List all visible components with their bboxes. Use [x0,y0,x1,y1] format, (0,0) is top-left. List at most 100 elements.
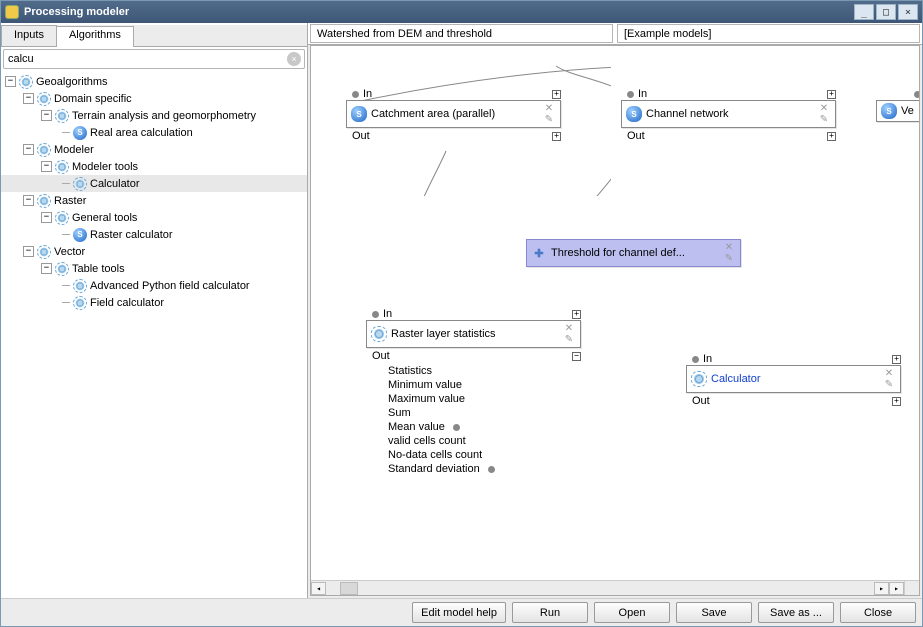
canvas[interactable]: In+ Catchment area (parallel) ✕✎ Out+ In… [310,45,920,596]
tree-label: General tools [72,212,137,224]
tree-label: Field calculator [90,297,164,309]
node-threshold-param[interactable]: ✚ Threshold for channel def... ✕✎ [526,239,741,267]
sidebar-tabs: Inputs Algorithms [1,25,307,47]
sidebar: Inputs Algorithms × −Geoalgorithms −Doma… [1,23,308,598]
delete-node-icon[interactable]: ✕ [882,368,896,379]
plus-icon: ✚ [531,245,547,261]
tree-leaf-icon [59,280,70,291]
edit-node-icon[interactable]: ✎ [722,253,736,264]
expand-in-icon[interactable]: + [552,90,561,99]
node-channel-network[interactable]: In+ Channel network ✕✎ Out+ [621,86,836,142]
search-box: × [3,49,305,69]
open-button[interactable]: Open [594,602,670,623]
port-in-label: In [703,353,712,365]
expand-in-icon[interactable]: + [827,90,836,99]
search-input[interactable] [4,53,287,65]
tree-label: Vector [54,246,85,258]
algorithm-tree[interactable]: −Geoalgorithms −Domain specific −Terrain… [1,71,307,598]
port-in-icon [627,91,634,98]
expand-out-icon[interactable]: + [892,397,901,406]
expander-icon[interactable]: − [23,144,34,155]
edit-node-icon[interactable]: ✎ [562,334,576,345]
node-catchment-area[interactable]: In+ Catchment area (parallel) ✕✎ Out+ [346,86,561,142]
model-group-field[interactable]: [Example models] [617,24,920,43]
tree-label: Raster [54,195,86,207]
tree-label: Modeler tools [72,161,138,173]
close-button[interactable]: Close [840,602,916,623]
gear-icon [37,194,51,208]
tree-label: Modeler [54,144,94,156]
port-out-label: Out [627,130,645,142]
expander-icon[interactable]: − [23,93,34,104]
run-button[interactable]: Run [512,602,588,623]
gear-icon [55,109,69,123]
gear-icon [37,245,51,259]
port-out-label: Out [372,350,390,362]
gear-icon [691,371,707,387]
collapse-out-icon[interactable]: − [572,352,581,361]
expander-icon[interactable]: − [41,161,52,172]
scroll-right-icon[interactable]: ▸ [874,582,889,595]
expander-icon[interactable]: − [23,246,34,257]
save-button[interactable]: Save [676,602,752,623]
edit-node-icon[interactable]: ✎ [542,114,556,125]
delete-node-icon[interactable]: ✕ [542,103,556,114]
delete-node-icon[interactable]: ✕ [722,242,736,253]
expander-icon[interactable]: − [23,195,34,206]
scroll-end-icon[interactable]: ▸ [889,582,904,595]
node-ve[interactable]: In Ve [876,86,920,122]
port-in-icon [914,91,920,98]
maximize-button[interactable]: □ [876,4,896,20]
tab-inputs[interactable]: Inputs [1,25,57,46]
scroll-left-icon[interactable]: ◂ [311,582,326,595]
globe-icon [626,106,642,122]
node-title: Catchment area (parallel) [371,108,540,120]
expander-icon[interactable]: − [41,110,52,121]
close-window-button[interactable]: × [898,4,918,20]
tree-leaf-icon [59,178,70,189]
node-calculator[interactable]: In+ Calculator ✕✎ Out+ [686,351,901,407]
gear-icon [37,143,51,157]
gear-icon [55,211,69,225]
node-title: Raster layer statistics [391,328,560,340]
gear-icon [55,262,69,276]
edit-model-help-button[interactable]: Edit model help [412,602,506,623]
tree-label: Raster calculator [90,229,173,241]
output-std: Standard deviation [388,463,480,475]
tab-algorithms[interactable]: Algorithms [56,26,134,47]
expand-in-icon[interactable]: + [572,310,581,319]
edit-node-icon[interactable]: ✎ [817,114,831,125]
expand-out-icon[interactable]: + [552,132,561,141]
output-mean: Mean value [388,421,445,433]
expander-icon[interactable]: − [41,212,52,223]
tree-label: Terrain analysis and geomorphometry [72,110,256,122]
output-statistics: Statistics [388,365,432,377]
clear-search-icon[interactable]: × [287,52,301,66]
delete-node-icon[interactable]: ✕ [562,323,576,334]
gear-icon [19,75,33,89]
delete-node-icon[interactable]: ✕ [817,103,831,114]
gear-icon [73,296,87,310]
expand-out-icon[interactable]: + [827,132,836,141]
save-as-button[interactable]: Save as ... [758,602,834,623]
port-out-label: Out [352,130,370,142]
window-title: Processing modeler [24,6,852,18]
node-title: Threshold for channel def... [551,247,720,259]
tree-label: Table tools [72,263,125,275]
port-in-icon [372,311,379,318]
expander-icon[interactable]: − [41,263,52,274]
node-raster-layer-statistics[interactable]: In+ Raster layer statistics ✕✎ Out− Stat… [366,306,581,476]
scroll-thumb[interactable] [340,582,358,595]
node-title: Channel network [646,108,815,120]
globe-icon [73,126,87,140]
edit-node-icon[interactable]: ✎ [882,379,896,390]
app-icon [5,5,19,19]
gear-icon [55,160,69,174]
expand-in-icon[interactable]: + [892,355,901,364]
port-in-icon [352,91,359,98]
minimize-button[interactable]: _ [854,4,874,20]
tree-leaf-icon [59,127,70,138]
model-name-field[interactable]: Watershed from DEM and threshold [310,24,613,43]
horizontal-scrollbar[interactable]: ◂ ▸ ▸ [311,580,904,595]
expander-icon[interactable]: − [5,76,16,87]
